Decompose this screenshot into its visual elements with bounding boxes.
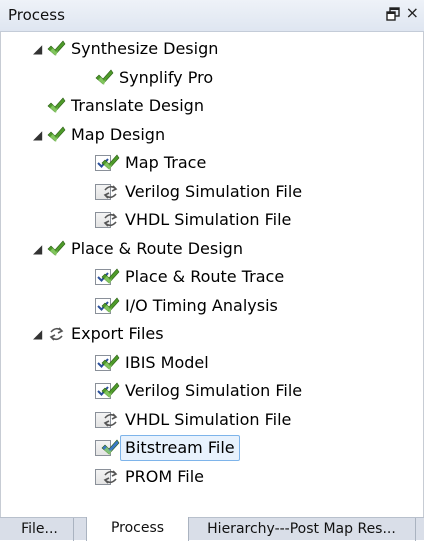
checkmark-icon <box>101 297 120 313</box>
tree-item[interactable]: I/O Timing Analysis <box>1 292 421 320</box>
expander-icon[interactable]: ◢ <box>33 235 45 263</box>
tree-item-label: VHDL Simulation File <box>125 409 292 429</box>
checkmark-icon <box>101 354 120 370</box>
refresh-icon <box>103 412 118 427</box>
tree-item[interactable]: Map Trace <box>1 149 421 177</box>
checkmark-icon <box>47 240 66 256</box>
tree-item-label: Export Files <box>71 324 164 343</box>
expander-icon[interactable]: ◢ <box>33 320 45 348</box>
tab-hierarchy[interactable]: Hierarchy---Post Map Res... <box>188 518 416 541</box>
tab-process[interactable]: Process <box>86 517 189 541</box>
tree-item[interactable]: PROM File <box>1 463 421 491</box>
tree-item-label: Synthesize Design <box>71 39 219 58</box>
tree-item-label: Map Trace <box>125 153 207 172</box>
tree-item[interactable]: VHDL Simulation File <box>1 206 421 234</box>
tree-item[interactable]: ◢ Map Design <box>1 121 421 149</box>
checkmark-icon <box>47 40 66 56</box>
tab-file[interactable]: File... <box>6 518 74 541</box>
tree-item-label: Translate Design <box>71 96 204 115</box>
tree-item[interactable]: IBIS Model <box>1 349 421 377</box>
panel-title: Process <box>8 6 65 24</box>
panel-titlebar: Process × <box>0 0 424 32</box>
tree-item[interactable]: Synplify Pro <box>1 64 421 92</box>
checkmark-icon <box>47 126 66 142</box>
tree-item-label: PROM File <box>125 466 205 486</box>
panel-tabs: File... Process Hierarchy---Post Map Res..… <box>0 517 424 541</box>
process-panel: Process × ◢ Synthesize Design Synplify Pro… <box>0 0 424 541</box>
refresh-icon <box>103 184 118 199</box>
tree-item[interactable]: Place & Route Trace <box>1 263 421 291</box>
tree-item[interactable]: ◢ Place & Route Design <box>1 235 421 263</box>
tree-item[interactable]: Bitstream File <box>1 434 421 462</box>
checkmark-icon <box>101 382 120 398</box>
checkmark-icon <box>101 154 120 170</box>
tree-item[interactable]: Translate Design <box>1 92 421 120</box>
float-window-icon[interactable] <box>386 7 400 21</box>
tree-item-label: Synplify Pro <box>119 67 214 87</box>
tree-item-label: Verilog Simulation File <box>125 181 303 201</box>
tree-item[interactable]: VHDL Simulation File <box>1 406 421 434</box>
refresh-icon <box>103 469 118 484</box>
tree-item-label: VHDL Simulation File <box>125 210 292 229</box>
checkmark-icon <box>101 439 120 455</box>
tree-item-label: Place & Route Design <box>71 238 243 258</box>
tree-item-label: Map Design <box>71 124 166 144</box>
tree-item-label: IBIS Model <box>125 352 209 372</box>
close-icon[interactable]: × <box>406 4 419 22</box>
tree-item-label: Verilog Simulation File <box>125 381 303 400</box>
checkmark-icon <box>95 69 114 85</box>
checkmark-icon <box>101 268 120 284</box>
tree-item[interactable]: Verilog Simulation File <box>1 377 421 405</box>
expander-icon[interactable]: ◢ <box>33 121 45 149</box>
refresh-icon <box>49 327 64 341</box>
process-tree: ◢ Synthesize Design Synplify Pro Translate … <box>0 32 424 517</box>
tree-item-label: Bitstream File <box>120 435 240 461</box>
tree-item-label: Place & Route Trace <box>125 267 285 286</box>
refresh-icon <box>103 213 118 227</box>
tree-item-label: I/O Timing Analysis <box>125 295 278 315</box>
checkmark-icon <box>47 97 66 113</box>
tree-item[interactable]: Verilog Simulation File <box>1 178 421 206</box>
tree-item[interactable]: ◢ Export Files <box>1 320 421 348</box>
expander-icon[interactable]: ◢ <box>33 35 45 63</box>
tree-item[interactable]: ◢ Synthesize Design <box>1 35 421 63</box>
